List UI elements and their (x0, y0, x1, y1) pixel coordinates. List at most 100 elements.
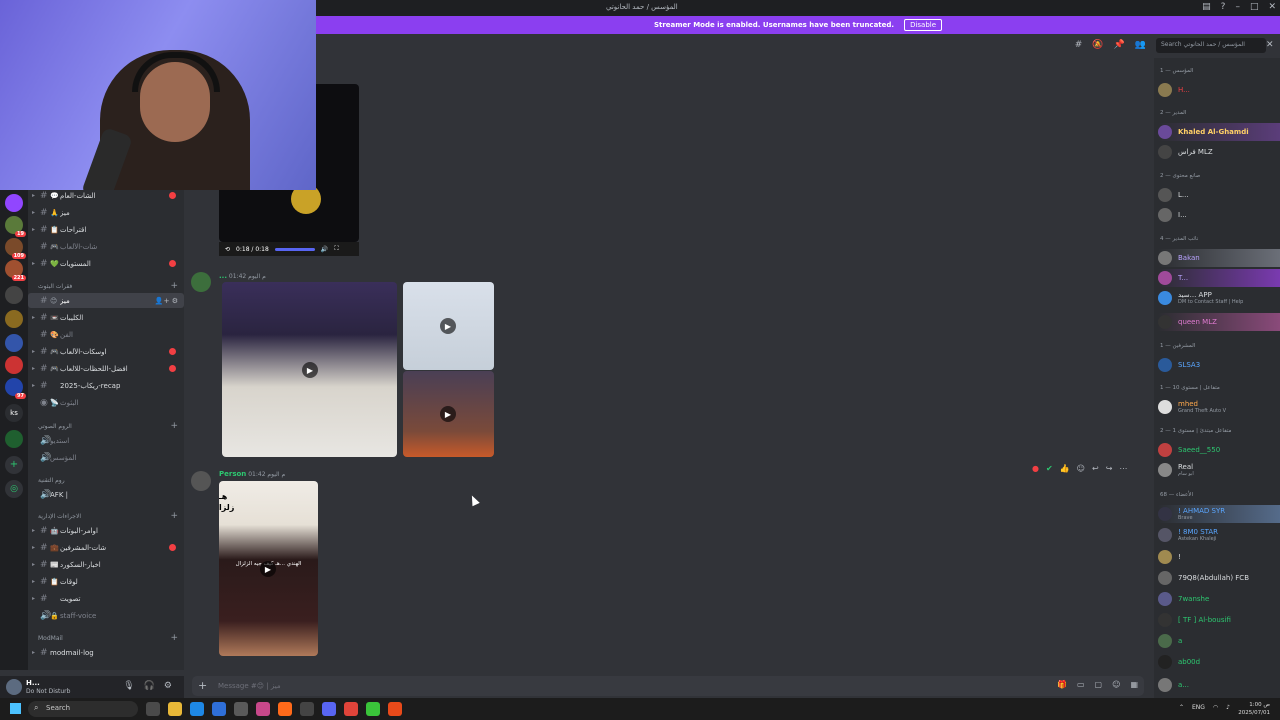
volume-icon[interactable]: 🔊 (321, 246, 328, 253)
channel-item[interactable]: ▸ # 🤖 اوامر-البوتات (28, 523, 184, 538)
task-view-icon[interactable] (146, 702, 160, 716)
member-item[interactable]: H... (1158, 81, 1280, 99)
volume-icon[interactable]: ♪ (1226, 704, 1230, 711)
store-icon[interactable] (212, 702, 226, 716)
add-reaction-icon[interactable]: ☺ (1077, 464, 1085, 473)
member-item[interactable]: I... (1158, 206, 1280, 224)
app-icon[interactable] (366, 702, 380, 716)
video-attachment[interactable]: ▶ (222, 282, 397, 457)
more-options-icon[interactable]: ⋯ (1119, 464, 1127, 473)
video-attachment[interactable]: ▶ (403, 371, 494, 457)
check-reaction-icon[interactable]: ✔ (1046, 464, 1053, 473)
server-icon[interactable] (5, 310, 23, 328)
message-author[interactable]: ... (219, 272, 227, 280)
explore-icon[interactable]: ◎ (5, 480, 23, 498)
avatar[interactable] (191, 272, 211, 292)
channel-item[interactable]: ▸ # 📋 اقتراحات (28, 222, 184, 237)
headphones-icon[interactable]: 🎧 (144, 681, 155, 691)
server-icon[interactable]: 109 (5, 238, 26, 259)
member-item[interactable]: ab00d (1158, 653, 1280, 671)
app-icon[interactable] (300, 702, 314, 716)
member-item[interactable]: a (1158, 632, 1280, 650)
video-progress-bar[interactable] (274, 247, 315, 251)
category-header[interactable]: ModMail + (38, 632, 178, 644)
close-window-icon[interactable]: ✕ (1268, 2, 1276, 13)
voice-channel-item[interactable]: 🔊 AFK | (28, 487, 184, 502)
attach-plus-icon[interactable]: + (198, 679, 207, 692)
server-icon[interactable]: 97 (5, 378, 26, 399)
category-header[interactable]: الروم الصوتي + (38, 420, 178, 432)
server-icon[interactable] (5, 194, 23, 212)
member-item[interactable]: 7wanshe (1158, 590, 1280, 608)
edge-icon[interactable] (190, 702, 204, 716)
chrome-icon[interactable] (344, 702, 358, 716)
reply-icon[interactable]: ↩ (1092, 464, 1099, 473)
reaction-icon[interactable]: ● (1032, 464, 1039, 473)
help-icon[interactable]: ? (1221, 2, 1226, 13)
member-item[interactable]: Real ابو سام (1158, 461, 1280, 479)
server-icon[interactable]: 221 (5, 260, 26, 281)
server-icon[interactable] (5, 356, 23, 374)
video-attachment[interactable]: هـ زلزا الهندي ...هـ كيف جيه الزلزال ▶ (219, 481, 318, 656)
search-input[interactable]: Search المؤسس / حمد الحانوتي (1156, 38, 1266, 53)
channel-item[interactable]: ▸ # تصويت (28, 591, 184, 606)
member-item[interactable]: فراس MLZ (1158, 143, 1280, 161)
add-channel-icon[interactable]: + (170, 281, 178, 291)
replay-icon[interactable]: ⟲ (225, 246, 230, 253)
gif-icon[interactable]: ▭ (1077, 680, 1085, 689)
firefox-icon[interactable] (278, 702, 292, 716)
channel-item[interactable]: ▸ # 📰 اخبار-السكورد (28, 557, 184, 572)
category-header[interactable]: فقرات البثوث + (38, 280, 178, 292)
fullscreen-icon[interactable]: ⛶ (334, 245, 338, 253)
app-icon[interactable] (256, 702, 270, 716)
microphone-icon[interactable]: 🎙 (123, 681, 134, 691)
server-icon-ks[interactable]: ks (5, 404, 23, 422)
video-attachment[interactable]: ▶ (403, 282, 494, 370)
message-input[interactable]: Message #😊 | ميز (218, 682, 281, 690)
discord-taskbar-icon[interactable] (322, 702, 336, 716)
taskbar-search[interactable]: ⌕ Search (28, 701, 138, 717)
minimize-icon[interactable]: – (1235, 2, 1240, 13)
server-icon[interactable]: 19 (5, 216, 26, 237)
member-item[interactable]: SLSA3 (1158, 356, 1280, 374)
maximize-icon[interactable]: □ (1250, 2, 1259, 13)
disable-streamer-mode-button[interactable]: Disable (904, 19, 943, 31)
gift-icon[interactable]: 🎁 (1057, 680, 1067, 689)
channel-settings-icon[interactable]: 👤+ ⚙ (155, 297, 178, 305)
add-server-icon[interactable]: + (5, 456, 23, 474)
play-icon[interactable]: ▶ (260, 561, 276, 577)
server-icon[interactable] (5, 286, 23, 304)
member-item[interactable]: queen MLZ (1158, 313, 1280, 331)
lang-indicator[interactable]: ENG (1192, 704, 1205, 711)
channel-item[interactable]: ▸ # 🙏 ميز (28, 205, 184, 220)
threads-icon[interactable]: # (1075, 40, 1083, 50)
brave-icon[interactable] (388, 702, 402, 716)
channel-item[interactable]: # 🎮 شات-الألعاب (28, 239, 184, 254)
voice-channel-item[interactable]: 🔊 المؤسس (28, 450, 184, 465)
category-header[interactable]: الاجراءات الإدارية + (38, 510, 178, 522)
avatar[interactable] (6, 679, 22, 695)
member-item[interactable]: mhed Grand Theft Auto V (1158, 398, 1280, 416)
channel-item[interactable]: ▸ # 💚 المستويات (28, 256, 184, 271)
member-item[interactable]: Saeed__550 (1158, 441, 1280, 459)
member-item[interactable]: 79Q8(Abdullah) FCB (1158, 569, 1280, 587)
play-icon[interactable]: ▶ (302, 362, 318, 378)
emoji-picker-icon[interactable]: ☺ (1112, 680, 1120, 689)
clock[interactable]: 1:00 ص 2025/07/01 (1238, 701, 1270, 717)
add-channel-icon[interactable]: + (170, 633, 178, 643)
chevron-up-icon[interactable]: ⌃ (1179, 704, 1184, 711)
member-item[interactable]: Khaled Al-Ghamdi (1158, 123, 1280, 141)
sticker-icon[interactable]: ▢ (1095, 680, 1103, 689)
voice-channel-item[interactable]: 🔊 استديو (28, 433, 184, 448)
channel-item-active[interactable]: # 😊 ميز 👤+ ⚙ (28, 293, 184, 308)
avatar[interactable] (191, 471, 211, 491)
close-icon[interactable]: ✕ (1266, 40, 1274, 50)
server-icon[interactable] (5, 334, 23, 352)
thumbs-up-icon[interactable]: 👍 (1060, 464, 1070, 473)
windows-start-icon[interactable] (10, 703, 21, 714)
member-list-icon[interactable]: 👥 (1135, 40, 1146, 50)
category-header[interactable]: روم التقنية (38, 474, 178, 486)
member-item[interactable]: L... (1158, 186, 1280, 204)
message-composer[interactable]: + Message #😊 | ميز 🎁 ▭ ▢ ☺ ▦ (192, 676, 1144, 696)
channel-item[interactable]: ▸ # 🎮 افضل-اللحظات-للالعاب (28, 361, 184, 376)
